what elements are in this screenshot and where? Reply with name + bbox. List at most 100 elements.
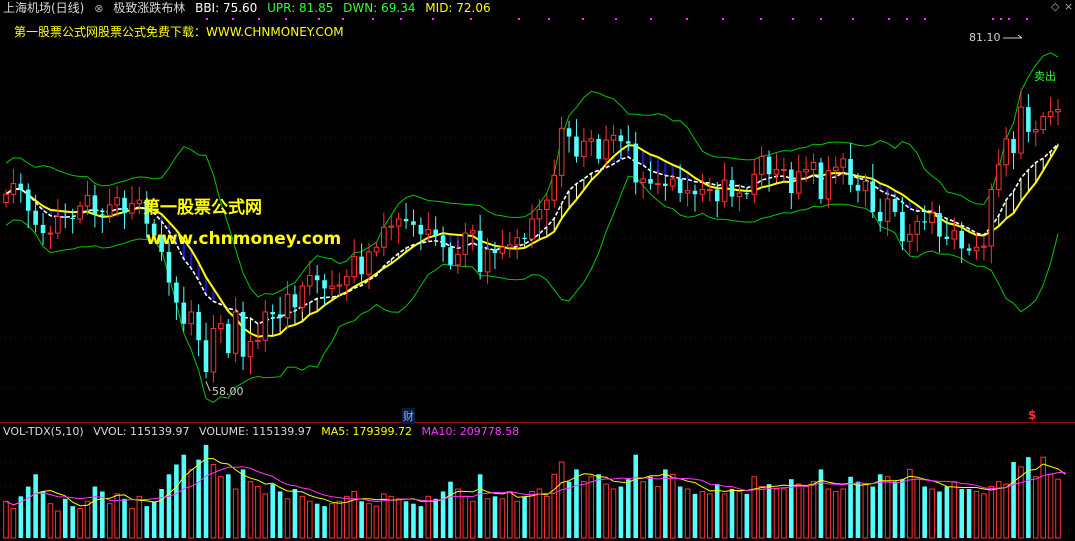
volume-bar [721, 493, 728, 539]
indicator-options-icon[interactable]: ⊗ [94, 2, 103, 15]
volume-bar [77, 508, 83, 539]
indicator-name[interactable]: 极致涨跌布林 [113, 1, 185, 15]
volume-bar [196, 459, 201, 538]
volume-bar [92, 486, 98, 538]
close-icon[interactable]: × [1064, 0, 1073, 13]
candle-body [440, 235, 446, 248]
volume-bar [418, 506, 424, 538]
low-price-label: 58.00 [212, 385, 244, 398]
volume-bar [1040, 456, 1046, 539]
volume-bar [247, 481, 254, 539]
volume-bar [884, 476, 891, 539]
candle-body [840, 158, 846, 168]
volume-bar [825, 488, 832, 539]
volume-bar [151, 501, 157, 538]
candle-body [314, 275, 320, 281]
volume-bar [284, 498, 291, 539]
candle-body [70, 217, 75, 219]
collapse-diamond-icon[interactable]: ◇ [1051, 0, 1059, 13]
candle-body [758, 156, 765, 175]
candle-body [944, 236, 950, 239]
candle-body [403, 218, 409, 222]
volume-bar [966, 489, 972, 538]
volume-bar [714, 484, 720, 538]
volume-ma-lines [5, 458, 1066, 507]
volume-indicator-name[interactable]: VOL-TDX(5,10) [3, 425, 84, 438]
volume-bar [122, 498, 127, 538]
signal-dot [548, 18, 550, 20]
candle-body [744, 193, 750, 195]
candle-body [122, 197, 127, 214]
candle-body [618, 135, 624, 142]
volume-bar [1026, 457, 1031, 538]
volume-bar [951, 481, 958, 539]
volume-bar [988, 486, 995, 539]
candle-body [588, 138, 595, 142]
signal-dot [924, 18, 926, 20]
volume-bar [336, 500, 343, 539]
candle-body [247, 340, 254, 358]
candle-body [277, 314, 283, 318]
volume-bar [159, 489, 164, 538]
volume-bar [603, 483, 609, 539]
volume-bar [699, 490, 706, 539]
signal-dot [992, 18, 994, 20]
candle-body [1047, 111, 1054, 118]
symbol-title[interactable]: 上海机场(日线) [3, 1, 84, 15]
candle-body [136, 199, 143, 205]
volume-bar [448, 481, 453, 538]
candle-body [10, 183, 17, 195]
signal-dot [760, 18, 762, 20]
candle-body [284, 293, 291, 319]
finance-badge[interactable]: 财 [402, 408, 415, 424]
signal-dot [650, 18, 652, 20]
volume-bar [944, 486, 950, 538]
volume-bar [684, 488, 691, 539]
candle-body [610, 134, 617, 141]
candle-body [988, 189, 995, 247]
candle-body [1032, 128, 1039, 133]
volume-bar [892, 481, 898, 538]
indicator-header: 上海机场(日线) ⊗ 极致涨跌布林 BBI: 75.60 UPR: 81.85 … [3, 1, 497, 16]
signal-dot [372, 18, 374, 20]
candle-body [174, 282, 179, 303]
volume-bar [174, 464, 179, 538]
volume-bar [729, 489, 735, 538]
signal-dot [470, 18, 472, 20]
signal-dot [686, 18, 688, 20]
candle-body [721, 179, 728, 202]
candle-body [425, 229, 432, 235]
volume-bar [314, 503, 320, 538]
volume-bar [292, 489, 298, 538]
candle-body [684, 190, 691, 194]
volume-bar [129, 508, 135, 539]
volume-bar [862, 483, 869, 539]
volume-bar [610, 488, 617, 539]
price-volume-chart[interactable] [0, 0, 1075, 541]
volume-bar [106, 503, 113, 539]
volume-bar [655, 486, 661, 539]
volume-bar [973, 490, 980, 539]
candle-body [1055, 108, 1061, 113]
pane-divider [0, 422, 1075, 423]
candle-body [558, 127, 565, 176]
dividend-badge[interactable]: $ [1028, 408, 1036, 422]
volume-bar [411, 503, 416, 538]
volume-bar [166, 474, 172, 538]
volume-bar [40, 491, 46, 538]
candle-body [292, 294, 298, 308]
candle-body [529, 218, 535, 240]
volume-bar [1047, 473, 1054, 539]
volume-bar [581, 481, 587, 539]
volume-bar [499, 498, 506, 539]
sell-signal-label: 卖出 [1034, 70, 1056, 83]
candle-body [395, 218, 402, 227]
candle-body [951, 230, 958, 240]
volume-bar [218, 476, 224, 539]
candle-body [455, 253, 461, 266]
candle-body [514, 237, 520, 246]
candle-body [322, 280, 327, 289]
candle-body [536, 209, 543, 220]
signal-dot [888, 18, 890, 20]
candle-body [995, 164, 1002, 191]
